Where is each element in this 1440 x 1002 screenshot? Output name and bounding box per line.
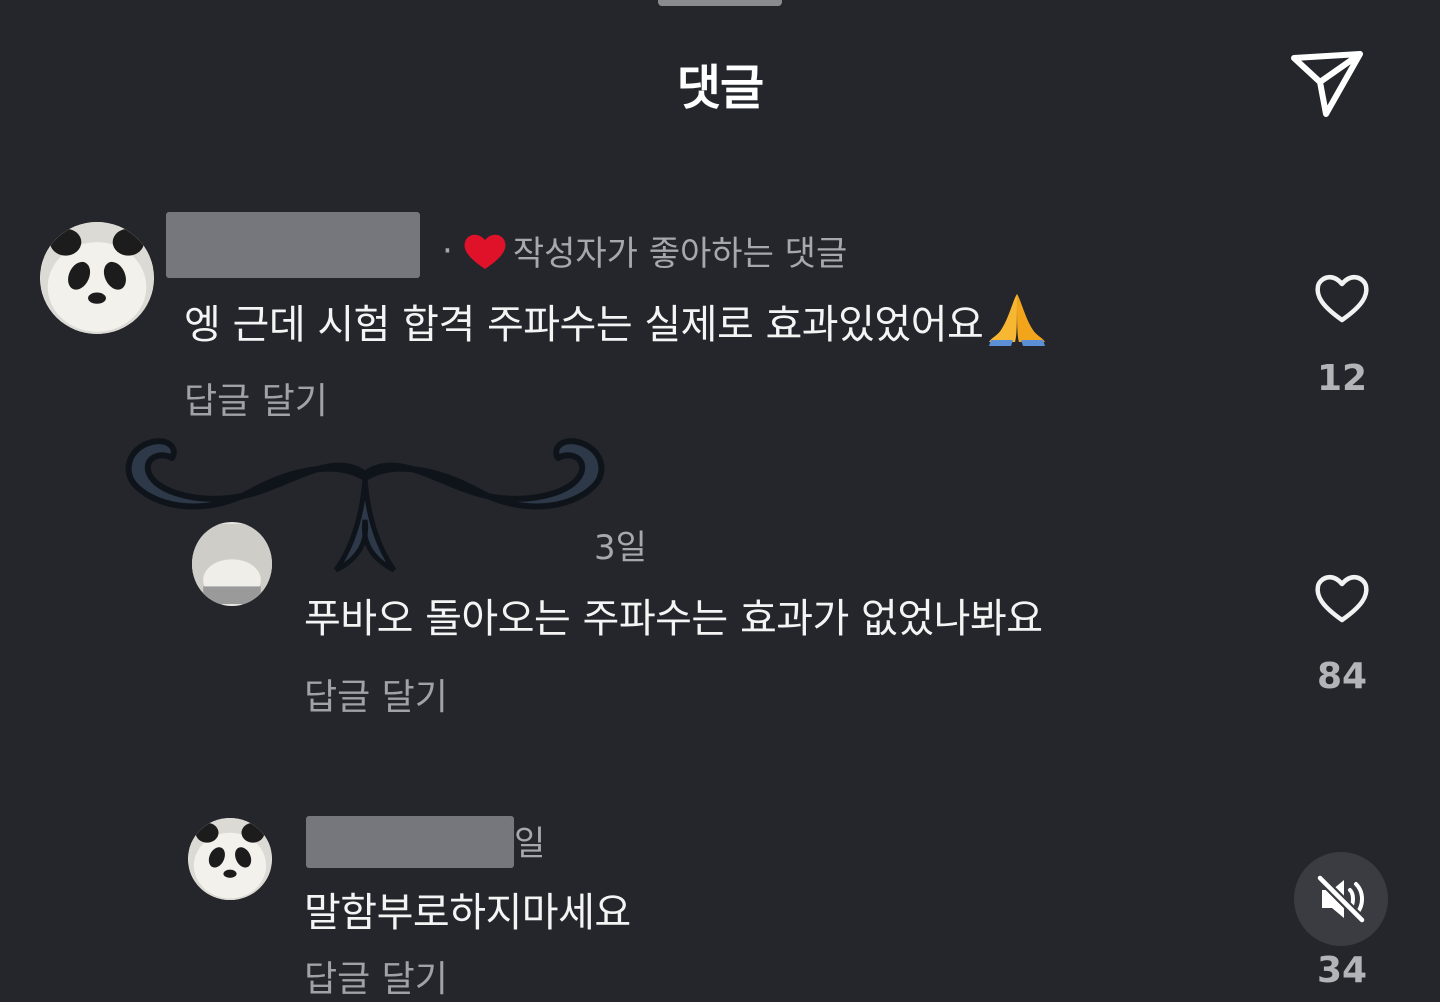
reply-button[interactable]: 답글 달기	[304, 668, 448, 720]
comment-meta: 일	[514, 816, 545, 865]
redacted-username	[166, 212, 420, 278]
like-count: 12	[1316, 358, 1368, 399]
avatar[interactable]	[40, 222, 154, 334]
speaker-muted-icon[interactable]	[1294, 852, 1388, 946]
creator-liked-label: 작성자가 좋아하는 댓글	[512, 234, 848, 274]
drag-handle[interactable]	[658, 0, 782, 6]
panda-avatar-image	[189, 818, 271, 900]
comment-meta: · 작성자가 좋아하는 댓글	[436, 226, 847, 275]
red-heart-icon	[463, 231, 507, 271]
reply-button[interactable]: 답글 달기	[184, 372, 328, 424]
comment-text: 말함부로하지마세요	[304, 890, 631, 936]
like-count: 34	[1316, 950, 1368, 991]
heart-outline-icon[interactable]	[1312, 570, 1372, 626]
heart-outline-icon[interactable]	[1312, 270, 1372, 326]
comment-text: 엥 근데 시험 합격 주파수는 실제로 효과있었어요	[184, 302, 984, 348]
meta-dot: ·	[442, 230, 453, 271]
like-count: 84	[1316, 656, 1368, 697]
avatar[interactable]	[188, 818, 272, 900]
folded-hands-emoji	[987, 290, 1047, 346]
reply-button[interactable]: 답글 달기	[304, 950, 448, 1002]
page-title: 댓글	[676, 60, 764, 116]
panda-avatar-image	[41, 222, 153, 334]
mustache-sticker	[100, 430, 630, 590]
comment-text-row: 엥 근데 시험 합격 주파수는 실제로 효과있었어요	[184, 290, 1047, 350]
comment-time: 일	[514, 824, 546, 864]
paper-plane-icon[interactable]	[1288, 44, 1368, 120]
redacted-username	[306, 816, 514, 868]
comment-text: 푸바오 돌아오는 주파수는 효과가 없었나봐요	[304, 596, 1043, 642]
